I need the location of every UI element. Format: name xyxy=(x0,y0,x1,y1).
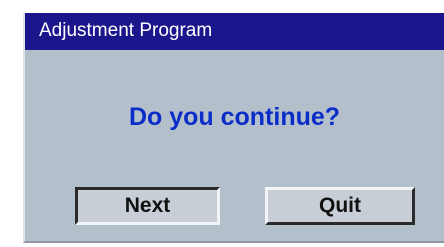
question-text: Do you continue? xyxy=(128,103,341,131)
title-bar[interactable]: Adjustment Program xyxy=(25,13,444,50)
adjustment-dialog: Adjustment Program Do you continue? Next… xyxy=(23,13,444,243)
quit-button-label: Quit xyxy=(319,194,361,217)
next-button-label: Next xyxy=(124,194,171,217)
next-button[interactable]: Next xyxy=(75,187,220,225)
quit-button[interactable]: Quit xyxy=(265,187,415,225)
window-title: Adjustment Program xyxy=(39,20,213,41)
